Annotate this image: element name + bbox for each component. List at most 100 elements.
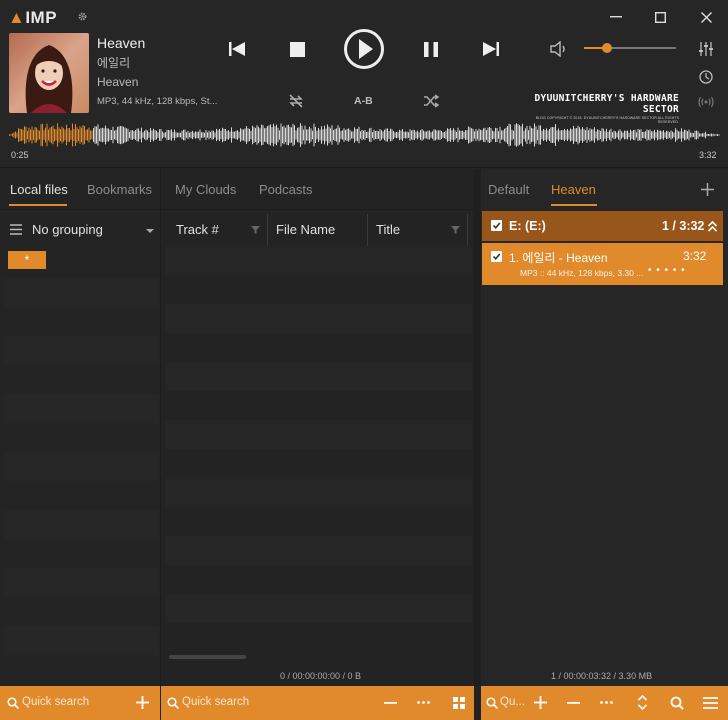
tab-local-files[interactable]: Local files (10, 182, 68, 197)
right-footer: Qu... (481, 686, 728, 720)
column-divider (267, 214, 268, 246)
playlist-group-header[interactable]: E: (E:) 1 / 3:32 (482, 211, 723, 241)
radio-button[interactable] (696, 93, 716, 111)
middle-quick-search-input[interactable]: Quick search (182, 696, 249, 708)
volume-button[interactable] (548, 38, 570, 60)
close-button[interactable] (691, 6, 721, 28)
more-icon (417, 701, 430, 704)
more-button[interactable] (417, 701, 430, 704)
album-art[interactable] (9, 33, 89, 113)
track-row-title: 1. 에일리 - Heaven (509, 251, 608, 265)
search-icon (7, 697, 19, 709)
play-button[interactable] (343, 28, 385, 70)
search-icon (670, 696, 684, 710)
waveform-seekbar[interactable] (8, 122, 720, 148)
filter-icon[interactable] (251, 226, 260, 234)
skip-next-icon (483, 42, 499, 56)
previous-button[interactable] (226, 38, 248, 60)
tab-underline (9, 204, 67, 206)
column-file-name[interactable]: File Name (276, 222, 335, 237)
minimize-button[interactable] (601, 6, 631, 28)
track-album: Heaven (97, 75, 139, 89)
playlist-search-button[interactable] (670, 696, 684, 710)
equalizer-icon (699, 42, 713, 56)
group-checkbox[interactable] (491, 220, 502, 231)
menu-icon[interactable] (10, 224, 22, 235)
column-divider (367, 214, 368, 246)
elapsed-time: 0:25 (11, 150, 29, 160)
playlist-status: 1 / 00:00:03:32 / 3.30 MB (551, 671, 653, 681)
column-track-number[interactable]: Track # (176, 222, 219, 237)
add-to-playlist-button[interactable] (534, 696, 547, 709)
more-icon (600, 701, 613, 704)
track-checkbox[interactable] (491, 251, 502, 262)
stop-button[interactable] (286, 38, 308, 60)
waveform-played (9, 123, 93, 147)
shuffle-button[interactable] (421, 92, 441, 110)
right-quick-search-input[interactable]: Qu... (500, 696, 525, 708)
column-title[interactable]: Title (376, 222, 400, 237)
volume-knob[interactable] (602, 43, 612, 53)
grouping-panel (0, 169, 160, 686)
empty-row (4, 394, 159, 423)
playlist-more-button[interactable] (600, 701, 613, 704)
horizontal-scrollbar[interactable] (169, 655, 246, 659)
left-quick-search-input[interactable]: Quick search (22, 696, 89, 708)
group-count: 1 / 3:32 (662, 219, 705, 233)
empty-row (166, 420, 472, 449)
add-button[interactable] (136, 696, 149, 709)
maximize-button[interactable] (645, 6, 675, 28)
close-icon (700, 11, 712, 23)
repeat-off-button[interactable] (286, 92, 306, 110)
equalizer-button[interactable] (696, 40, 716, 58)
file-list-status: 0 / 00:00:00:00 / 0 B (280, 671, 362, 681)
tab-my-clouds[interactable]: My Clouds (175, 182, 236, 197)
tab-bookmarks[interactable]: Bookmarks (87, 182, 152, 197)
sort-button[interactable] (638, 695, 647, 710)
speaker-icon (550, 41, 565, 57)
menu-icon (703, 697, 718, 709)
add-playlist-button[interactable] (701, 183, 714, 196)
plus-icon (136, 696, 149, 709)
plus-icon (534, 696, 547, 709)
volume-slider[interactable] (584, 41, 676, 55)
repeat-off-icon (289, 94, 303, 108)
waveform (9, 123, 720, 147)
filter-icon[interactable] (451, 226, 460, 234)
track-rating[interactable]: • • • • • (648, 265, 686, 276)
panel-splitter[interactable] (474, 169, 481, 686)
tab-podcasts[interactable]: Podcasts (259, 182, 312, 197)
tab-heaven-playlist[interactable]: Heaven (551, 182, 596, 197)
filter-chip[interactable]: * (8, 251, 46, 269)
next-button[interactable] (480, 38, 502, 60)
track-artist: 에일리 (97, 56, 131, 70)
stop-icon (289, 41, 305, 57)
empty-row (4, 626, 159, 655)
chevron-down-icon[interactable] (146, 229, 154, 233)
grouping-dropdown[interactable]: No grouping (32, 222, 103, 237)
shuffle-icon (424, 94, 439, 108)
search-icon (486, 697, 498, 709)
skin-banner: DYUUNITCHERRY'S HARDWARE SECTOR BLOG COP… (534, 93, 679, 124)
app-logo[interactable]: ▲IMP (8, 8, 57, 28)
empty-row (166, 304, 472, 333)
ab-repeat-button[interactable]: A-B (354, 95, 373, 107)
playlist-track-row[interactable]: 1. 에일리 - Heaven 3:32 MP3 :: 44 kHz, 128 … (482, 243, 723, 285)
pause-button[interactable] (420, 38, 442, 60)
scheduler-button[interactable] (696, 68, 716, 86)
play-icon (344, 29, 384, 69)
empty-row (166, 478, 472, 507)
empty-row (4, 278, 159, 307)
playlist-menu-button[interactable] (703, 697, 718, 709)
remove-from-playlist-button[interactable] (567, 702, 580, 704)
gear-icon[interactable] (77, 11, 88, 22)
tab-default-playlist[interactable]: Default (488, 182, 529, 197)
view-mode-button[interactable] (453, 697, 465, 709)
remove-button[interactable] (384, 702, 397, 704)
sort-icon (638, 695, 647, 710)
skip-previous-icon (229, 42, 245, 56)
collapse-icon[interactable] (708, 221, 717, 232)
empty-row (4, 568, 159, 597)
empty-row (4, 336, 159, 365)
waveform-remaining (93, 123, 720, 147)
